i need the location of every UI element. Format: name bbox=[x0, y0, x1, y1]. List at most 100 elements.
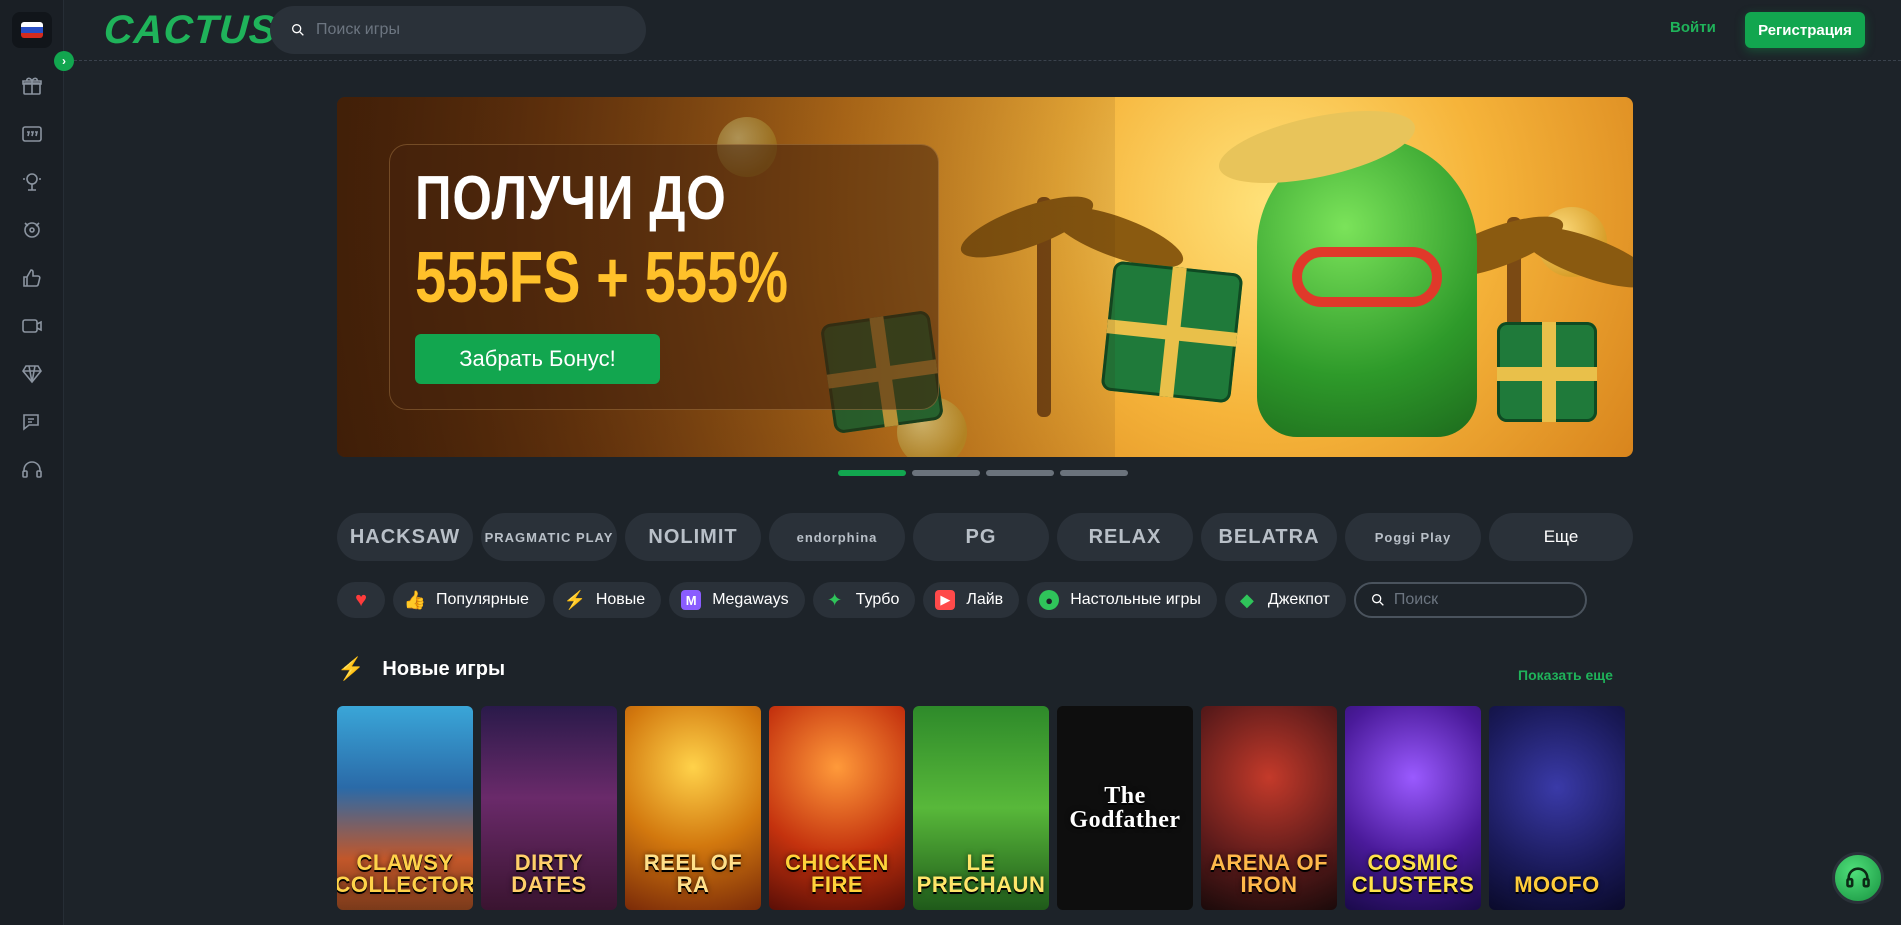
login-button[interactable]: Войти bbox=[1670, 19, 1716, 36]
category-label: Megaways bbox=[712, 591, 789, 608]
promo-offer: 555FS + 555% bbox=[415, 238, 789, 318]
gift-box bbox=[1497, 322, 1597, 422]
carousel-dot[interactable] bbox=[1060, 470, 1128, 476]
sidebar-item-games[interactable] bbox=[0, 206, 64, 254]
game-search-input[interactable] bbox=[316, 21, 616, 39]
category-megaways[interactable]: M Megaways bbox=[669, 582, 805, 618]
slots-icon bbox=[22, 126, 42, 142]
favorites-filter[interactable]: ♥ bbox=[337, 582, 385, 618]
sidebar-item-bonuses[interactable] bbox=[0, 62, 64, 110]
provider-nolimit[interactable]: NOLIMIT bbox=[625, 513, 761, 561]
header: CACTUS Войти Регистрация bbox=[64, 0, 1901, 61]
provider-endorphina[interactable]: endorphina bbox=[769, 513, 905, 561]
game-title: ARENA OF IRON bbox=[1209, 850, 1329, 897]
promo-headline: ПОЛУЧИ ДО bbox=[415, 164, 727, 233]
game-card[interactable]: DIRTY DATES bbox=[481, 706, 617, 910]
sidebar-item-tournaments[interactable] bbox=[0, 158, 64, 206]
category-turbo[interactable]: ✦ Турбо bbox=[812, 582, 916, 618]
game-card[interactable]: LE PRECHAUN bbox=[913, 706, 1049, 910]
ru-flag-icon bbox=[21, 22, 43, 38]
provider-hacksaw[interactable]: HACKSAW bbox=[337, 513, 473, 561]
category-new[interactable]: ⚡ Новые bbox=[552, 582, 662, 618]
bolt-icon: ⚡ bbox=[337, 656, 365, 681]
games-icon bbox=[24, 222, 40, 238]
game-search[interactable] bbox=[270, 6, 646, 54]
carousel-dot[interactable] bbox=[912, 470, 980, 476]
headset-icon bbox=[22, 461, 42, 478]
category-label: Турбо bbox=[855, 591, 900, 608]
thumbs-up-icon: 👍 bbox=[403, 589, 427, 610]
category-label: Новые bbox=[595, 591, 646, 608]
search-icon bbox=[1371, 594, 1384, 606]
provider-relax[interactable]: RELAX bbox=[1057, 513, 1193, 561]
category-table-games[interactable]: ● Настольные игры bbox=[1027, 582, 1217, 618]
logo[interactable]: CACTUS bbox=[102, 8, 278, 53]
new-games-grid: CLAWSY COLLECTOR DIRTY DATES REEL OF RA … bbox=[337, 706, 1625, 910]
sidebar-item-support[interactable] bbox=[0, 446, 64, 494]
carousel-dot[interactable] bbox=[838, 470, 906, 476]
diamond-icon bbox=[22, 365, 42, 384]
claim-bonus-button[interactable]: Забрать Бонус! bbox=[415, 334, 660, 384]
game-card[interactable]: COSMIC CLUSTERS bbox=[1345, 706, 1481, 910]
game-card[interactable]: The Godfather bbox=[1057, 706, 1193, 910]
live-camera-icon: ▶ bbox=[935, 590, 956, 610]
chat-icon bbox=[23, 414, 39, 431]
promo-banner[interactable]: ПОЛУЧИ ДО 555FS + 555% Забрать Бонус! bbox=[337, 97, 1633, 457]
sidebar-expand-button[interactable]: › bbox=[54, 51, 74, 71]
category-label: Настольные игры bbox=[1070, 591, 1201, 608]
provider-pg[interactable]: PG bbox=[913, 513, 1049, 561]
game-card[interactable]: REEL OF RA bbox=[625, 706, 761, 910]
carousel-dots bbox=[838, 470, 1128, 476]
carousel-dot[interactable] bbox=[986, 470, 1054, 476]
mascot-goggles bbox=[1292, 247, 1442, 307]
provider-poggi[interactable]: Poggi Play bbox=[1345, 513, 1481, 561]
search-icon bbox=[292, 23, 304, 36]
jackpot-icon: ◆ bbox=[1239, 589, 1254, 610]
providers-more-button[interactable]: Еще bbox=[1489, 513, 1633, 561]
game-card[interactable]: CLAWSY COLLECTOR bbox=[337, 706, 473, 910]
category-label: Лайв bbox=[966, 591, 1004, 608]
category-jackpot[interactable]: ◆ Джекпот bbox=[1224, 582, 1346, 618]
game-title: DIRTY DATES bbox=[511, 850, 587, 897]
game-title: LE PRECHAUN bbox=[916, 850, 1046, 897]
game-card[interactable]: ARENA OF IRON bbox=[1201, 706, 1337, 910]
game-title: COSMIC CLUSTERS bbox=[1351, 850, 1475, 897]
heart-icon: ♥ bbox=[355, 588, 367, 611]
category-filters: ♥ 👍 Популярные ⚡ Новые M Megaways ✦ Турб… bbox=[337, 582, 1587, 618]
live-support-button[interactable] bbox=[1832, 852, 1884, 904]
bolt-icon: ⚡ bbox=[563, 589, 587, 610]
new-games-header: ⚡ Новые игры bbox=[337, 656, 505, 682]
game-title: CHICKEN FIRE bbox=[785, 850, 889, 897]
sidebar-item-chat[interactable] bbox=[0, 398, 64, 446]
sidebar-item-popular[interactable] bbox=[0, 254, 64, 302]
chevron-right-icon: › bbox=[62, 54, 66, 68]
category-label: Джекпот bbox=[1267, 591, 1330, 608]
sidebar-item-slots[interactable] bbox=[0, 110, 64, 158]
show-more-link[interactable]: Показать еще bbox=[1518, 667, 1613, 683]
language-selector[interactable] bbox=[12, 12, 52, 48]
live-icon bbox=[22, 319, 42, 333]
megaways-icon: M bbox=[681, 590, 702, 610]
section-title: Новые игры bbox=[382, 657, 506, 680]
game-title: CLAWSY COLLECTOR bbox=[337, 850, 473, 897]
sidebar-item-jackpot[interactable] bbox=[0, 350, 64, 398]
category-search[interactable] bbox=[1353, 582, 1587, 618]
table-games-icon: ● bbox=[1039, 590, 1060, 610]
game-title: The Godfather bbox=[1069, 783, 1181, 833]
sidebar bbox=[0, 0, 64, 925]
category-search-input[interactable] bbox=[1393, 591, 1574, 609]
register-button[interactable]: Регистрация bbox=[1745, 12, 1865, 48]
sidebar-item-live[interactable] bbox=[0, 302, 64, 350]
game-title: MOOFO bbox=[1514, 872, 1600, 897]
turbo-icon: ✦ bbox=[827, 589, 843, 610]
game-card[interactable]: MOOFO bbox=[1489, 706, 1625, 910]
category-popular[interactable]: 👍 Популярные bbox=[393, 582, 545, 618]
provider-belatra[interactable]: BELATRA bbox=[1201, 513, 1337, 561]
game-card[interactable]: CHICKEN FIRE bbox=[769, 706, 905, 910]
provider-pragmatic[interactable]: PRAGMATIC PLAY bbox=[481, 513, 617, 561]
game-title: REEL OF RA bbox=[643, 850, 743, 897]
provider-list: HACKSAW PRAGMATIC PLAY NOLIMIT endorphin… bbox=[337, 513, 1633, 561]
category-label: Популярные bbox=[436, 591, 529, 608]
category-live[interactable]: ▶ Лайв bbox=[923, 582, 1020, 618]
gift-icon bbox=[22, 77, 42, 95]
